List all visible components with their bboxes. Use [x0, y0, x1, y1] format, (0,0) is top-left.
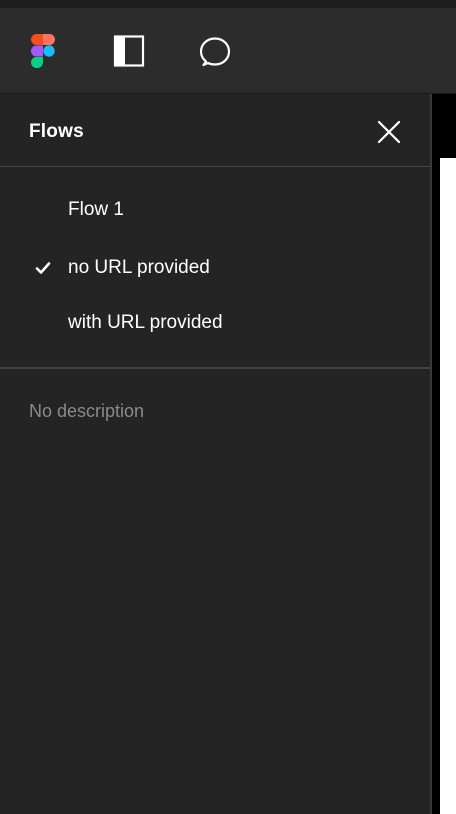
flow-description: No description	[29, 401, 145, 421]
sidebar-panel-icon[interactable]	[108, 8, 150, 94]
close-button[interactable]	[372, 115, 406, 149]
flow-item-with-url-provided[interactable]: with URL provided	[0, 298, 430, 348]
sidebar-title: Flows	[29, 121, 84, 142]
comment-icon[interactable]	[192, 8, 238, 94]
close-icon	[377, 120, 401, 144]
flow-item-flow-1[interactable]: Flow 1	[0, 185, 430, 235]
toolbar	[0, 8, 456, 94]
flow-item-no-url-provided[interactable]: no URL provided	[0, 243, 430, 293]
flow-item-label: Flow 1	[68, 199, 124, 220]
flow-item-label: no URL provided	[68, 257, 210, 278]
checkmark-icon	[35, 262, 51, 274]
figma-logo-icon[interactable]	[22, 8, 64, 94]
flow-list: Flow 1 no URL provided with URL provided	[0, 167, 430, 369]
window-top-strip	[0, 0, 456, 8]
flows-sidebar: Flows Flow 1 no URL provided with URL pr…	[0, 94, 432, 814]
prototype-frame[interactable]	[440, 158, 456, 814]
sidebar-header: Flows	[0, 94, 430, 167]
flow-item-label: with URL provided	[68, 312, 223, 333]
